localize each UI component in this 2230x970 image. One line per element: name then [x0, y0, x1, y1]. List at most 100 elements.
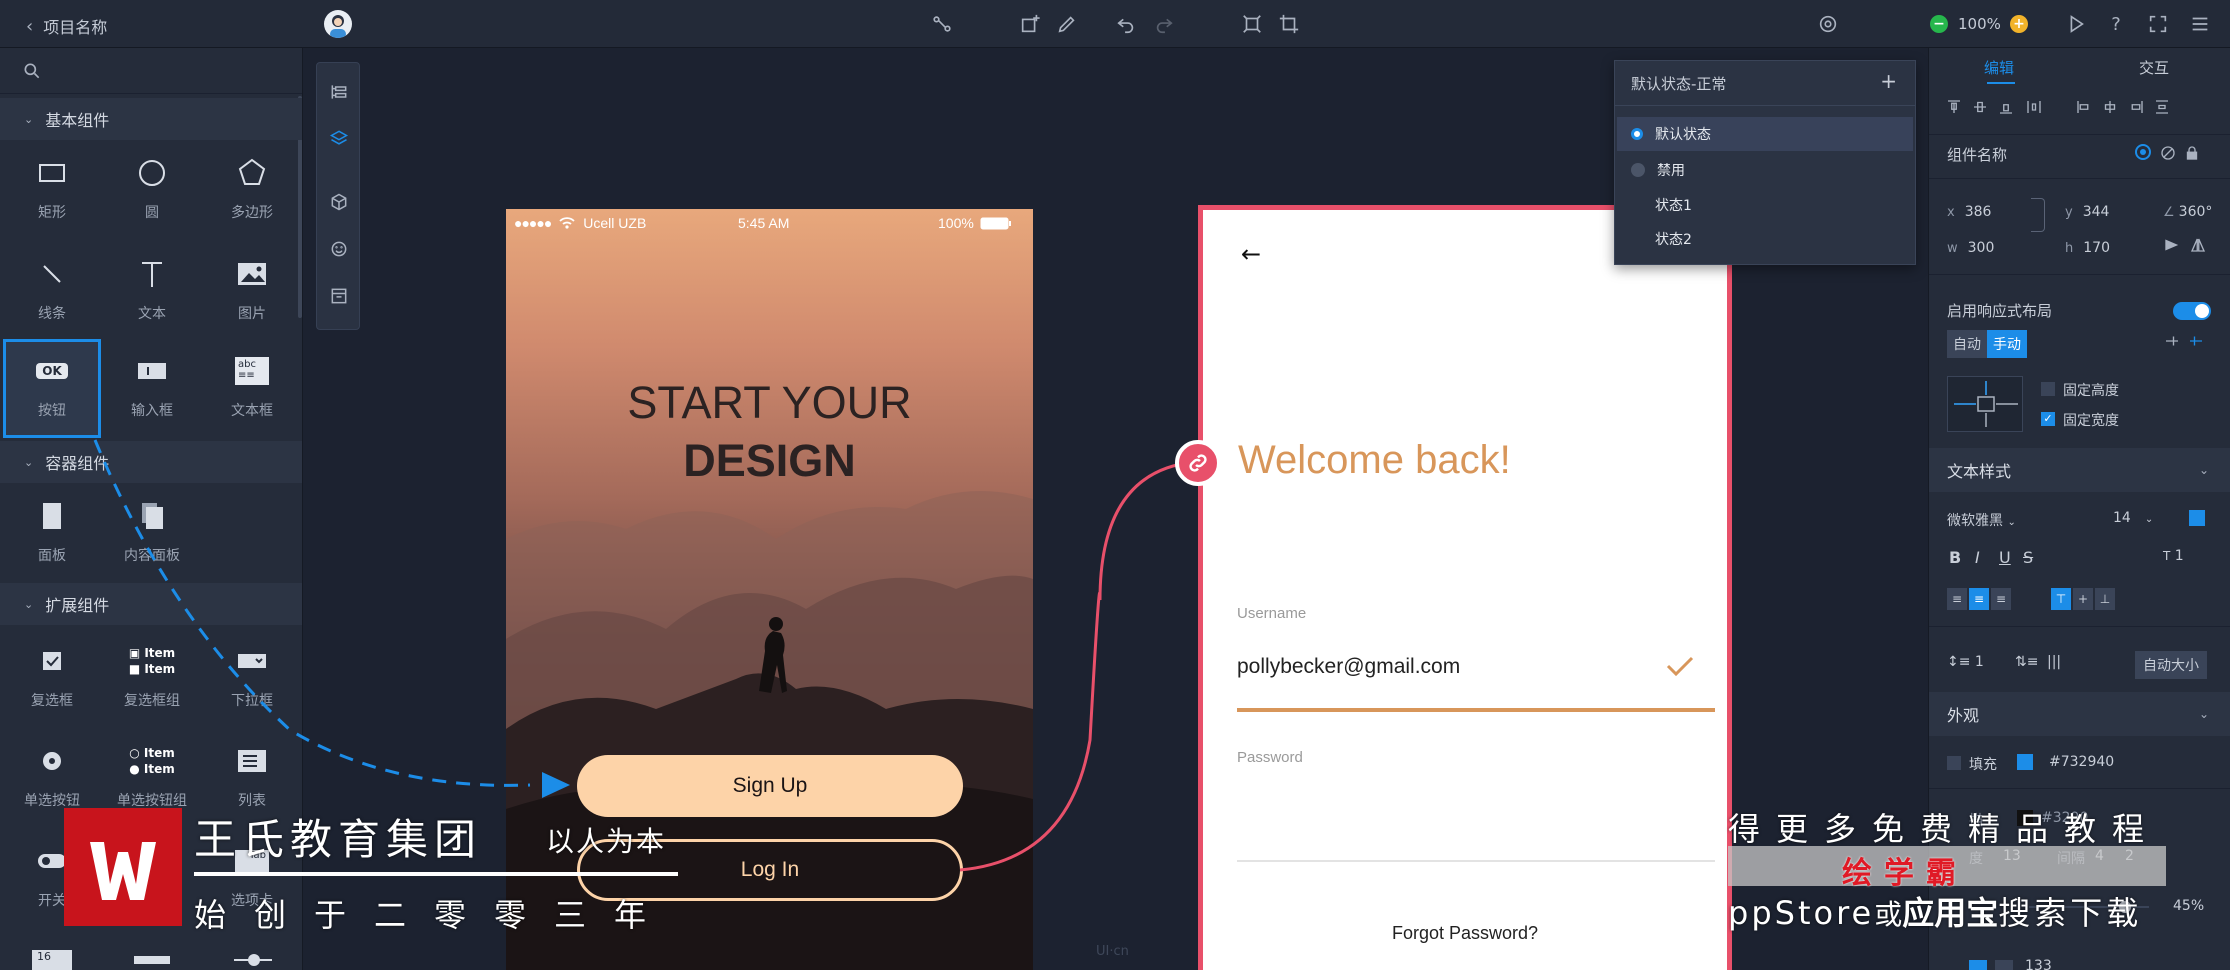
help-icon[interactable]: ?: [2104, 12, 2128, 36]
align-left-icon[interactable]: [2075, 98, 2095, 118]
align-right-icon[interactable]: [2127, 98, 2147, 118]
opacity-value[interactable]: 45%: [2173, 898, 2204, 914]
signup-button[interactable]: Sign Up: [577, 755, 963, 817]
strike-button[interactable]: S: [2023, 548, 2033, 567]
valign-bottom[interactable]: ⊥: [2095, 588, 2115, 610]
align-top-icon[interactable]: [1945, 98, 1965, 118]
password-field[interactable]: [1237, 860, 1715, 862]
pin-right-icon[interactable]: [2187, 332, 2207, 352]
responsive-toggle[interactable]: [2173, 302, 2211, 320]
valign-middle[interactable]: +: [2073, 588, 2093, 610]
link-ratio-icon[interactable]: [2031, 198, 2045, 232]
valign-top[interactable]: ⊤: [2051, 588, 2071, 610]
font-size-select[interactable]: 14 ⌄: [2113, 510, 2153, 526]
text-align-center[interactable]: ≡: [1969, 588, 1989, 610]
distribute-h-icon[interactable]: [2025, 98, 2045, 118]
font-family-select[interactable]: 微软雅黑 ⌄: [1947, 510, 2016, 530]
comp-checkbox-group[interactable]: ▣ Item ■ Item 复选框组: [102, 638, 202, 728]
comp-button[interactable]: OK 按钮: [3, 339, 101, 438]
paragraph-spacing-icon[interactable]: ⇅≡: [2015, 654, 2038, 670]
align-center-icon[interactable]: [2101, 98, 2121, 118]
mode-manual-button[interactable]: 手动: [1987, 330, 2027, 358]
shadow-swatch-2[interactable]: [1995, 960, 2013, 970]
back-to-project[interactable]: ‹ 项目名称: [26, 14, 107, 38]
avatar[interactable]: [324, 10, 352, 38]
redo-icon[interactable]: [1152, 12, 1176, 36]
auto-size-button[interactable]: 自动大小: [2135, 651, 2207, 679]
back-arrow-icon[interactable]: ←: [1241, 240, 1261, 268]
path-icon[interactable]: [930, 12, 954, 36]
shadow-value[interactable]: 133: [2025, 958, 2052, 970]
rotation-field[interactable]: ∠ 360°: [2163, 202, 2212, 220]
flip-h-icon[interactable]: [2163, 236, 2183, 256]
layers-icon[interactable]: [326, 125, 352, 151]
box-icon[interactable]: [326, 189, 352, 215]
letter-spacing-field[interactable]: T 1: [2163, 548, 2184, 564]
state-item-default[interactable]: 默认状态: [1617, 117, 1913, 151]
text-align-left[interactable]: ≡: [1947, 588, 1967, 610]
emoji-icon[interactable]: [326, 236, 352, 262]
comp-panel[interactable]: 面板: [2, 493, 102, 583]
text-align-right[interactable]: ≡: [1991, 588, 2011, 610]
comp-circle[interactable]: 圆: [102, 150, 202, 240]
tab-interaction[interactable]: 交互: [2139, 57, 2169, 78]
comp-polygon[interactable]: 多边形: [202, 150, 302, 240]
fixed-width-checkbox[interactable]: ✓: [2041, 412, 2055, 426]
username-field[interactable]: pollybecker@gmail.com: [1237, 655, 1460, 679]
tab-edit[interactable]: 编辑: [1984, 57, 2014, 78]
crop-icon[interactable]: [1277, 12, 1301, 36]
fill-hex-value[interactable]: #732940: [2049, 754, 2114, 770]
pen-icon[interactable]: [1055, 12, 1079, 36]
section-text-style[interactable]: 文本样式 ⌄: [1929, 448, 2230, 492]
add-state-button[interactable]: +: [1880, 69, 1897, 93]
state-item-disabled[interactable]: 禁用: [1617, 153, 1913, 187]
align-bottom-icon[interactable]: [1997, 98, 2017, 118]
x-field[interactable]: x 386: [1947, 202, 1991, 220]
section-container[interactable]: ⌄ 容器组件: [0, 441, 302, 483]
section-basic[interactable]: ⌄ 基本组件: [0, 98, 302, 140]
comp-rectangle[interactable]: 矩形: [2, 150, 102, 240]
archive-icon[interactable]: [326, 283, 352, 309]
link-icon[interactable]: [1175, 440, 1221, 486]
comp-content-panel[interactable]: 内容面板: [102, 493, 202, 583]
pin-left-icon[interactable]: [2163, 332, 2183, 352]
distribute-v-icon[interactable]: [2153, 98, 2173, 118]
fullscreen-icon[interactable]: [2146, 12, 2170, 36]
settings-icon[interactable]: [1816, 12, 1840, 36]
underline-button[interactable]: U: [1999, 548, 2011, 567]
flip-v-icon[interactable]: [2189, 236, 2209, 256]
columns-icon[interactable]: |||: [2047, 654, 2061, 670]
comp-progress[interactable]: [134, 956, 170, 964]
zoom-out-button[interactable]: −: [1930, 15, 1948, 33]
comp-line[interactable]: 线条: [2, 251, 102, 341]
align-middle-icon[interactable]: [1971, 98, 1991, 118]
add-page-icon[interactable]: [1018, 12, 1042, 36]
comp-image[interactable]: 图片: [202, 251, 302, 341]
frame-icon[interactable]: [1240, 12, 1264, 36]
fill-checkbox[interactable]: [1947, 756, 1961, 770]
comp-input[interactable]: 输入框: [102, 342, 202, 432]
italic-button[interactable]: I: [1975, 548, 1980, 567]
state-item-2[interactable]: 状态2: [1655, 229, 1692, 249]
shadow-swatch[interactable]: [1969, 960, 1987, 970]
w-field[interactable]: w 300: [1947, 238, 1994, 256]
state-item-1[interactable]: 状态1: [1655, 195, 1692, 215]
comp-slider[interactable]: [234, 954, 272, 966]
undo-icon[interactable]: [1114, 12, 1138, 36]
comp-stepper[interactable]: 16: [32, 950, 72, 970]
line-height-field[interactable]: ↕≡ 1: [1947, 654, 1984, 670]
menu-icon[interactable]: [2188, 12, 2212, 36]
comp-textbox[interactable]: abc ≡≡ 文本框: [202, 342, 302, 432]
section-extended[interactable]: ⌄ 扩展组件: [0, 583, 302, 625]
outline-icon[interactable]: [326, 79, 352, 105]
section-appearance[interactable]: 外观 ⌄: [1929, 692, 2230, 736]
comp-dropdown[interactable]: 下拉框: [202, 638, 302, 728]
search-bar[interactable]: [0, 48, 302, 94]
zoom-in-button[interactable]: +: [2010, 15, 2028, 33]
text-color-swatch[interactable]: [2189, 510, 2205, 526]
y-field[interactable]: y 344: [2065, 202, 2109, 220]
login-artboard[interactable]: ← Welcome back! Username pollybecker@gma…: [1198, 205, 1732, 970]
play-icon[interactable]: [2064, 12, 2088, 36]
forgot-password-link[interactable]: Forgot Password?: [1203, 923, 1727, 944]
search-input[interactable]: [50, 56, 280, 86]
